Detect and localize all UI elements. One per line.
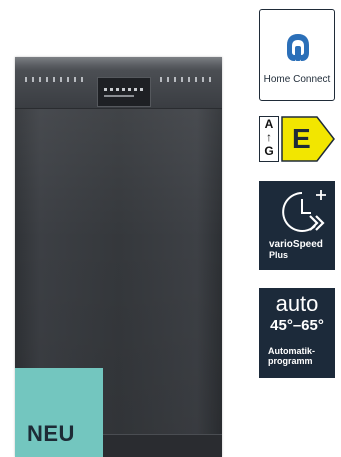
appliance-display bbox=[97, 77, 151, 107]
appliance-buttons-right bbox=[160, 77, 212, 82]
appliance-control-panel bbox=[15, 71, 222, 109]
energy-class: E bbox=[292, 123, 311, 154]
energy-scale: A ↑ G bbox=[259, 116, 279, 162]
vario-speed-badge: varioSpeed Plus bbox=[259, 181, 335, 270]
energy-scale-arrow: ↑ bbox=[266, 130, 272, 144]
auto-program-title: auto bbox=[275, 291, 319, 316]
auto-program-sublabel: programm bbox=[268, 356, 313, 366]
appliance-buttons-left bbox=[25, 77, 85, 82]
auto-program-label: Automatik- bbox=[268, 346, 315, 356]
home-connect-icon bbox=[287, 34, 309, 61]
new-badge-label: NEU bbox=[27, 421, 75, 446]
home-connect-badge: Home Connect bbox=[259, 9, 335, 101]
vario-speed-label: varioSpeed bbox=[269, 239, 323, 250]
appliance-top-trim bbox=[15, 57, 222, 71]
vario-speed-sublabel: Plus bbox=[269, 250, 289, 260]
clock-fast-forward-icon bbox=[282, 190, 326, 232]
energy-scale-bottom: G bbox=[264, 144, 274, 158]
home-connect-label: Home Connect bbox=[263, 74, 331, 85]
auto-program-badge: auto 45°–65° Automatik- programm bbox=[259, 288, 335, 378]
new-badge: NEU bbox=[15, 368, 103, 457]
auto-program-range: 45°–65° bbox=[270, 317, 324, 334]
energy-label: A ↑ G E bbox=[259, 116, 335, 162]
